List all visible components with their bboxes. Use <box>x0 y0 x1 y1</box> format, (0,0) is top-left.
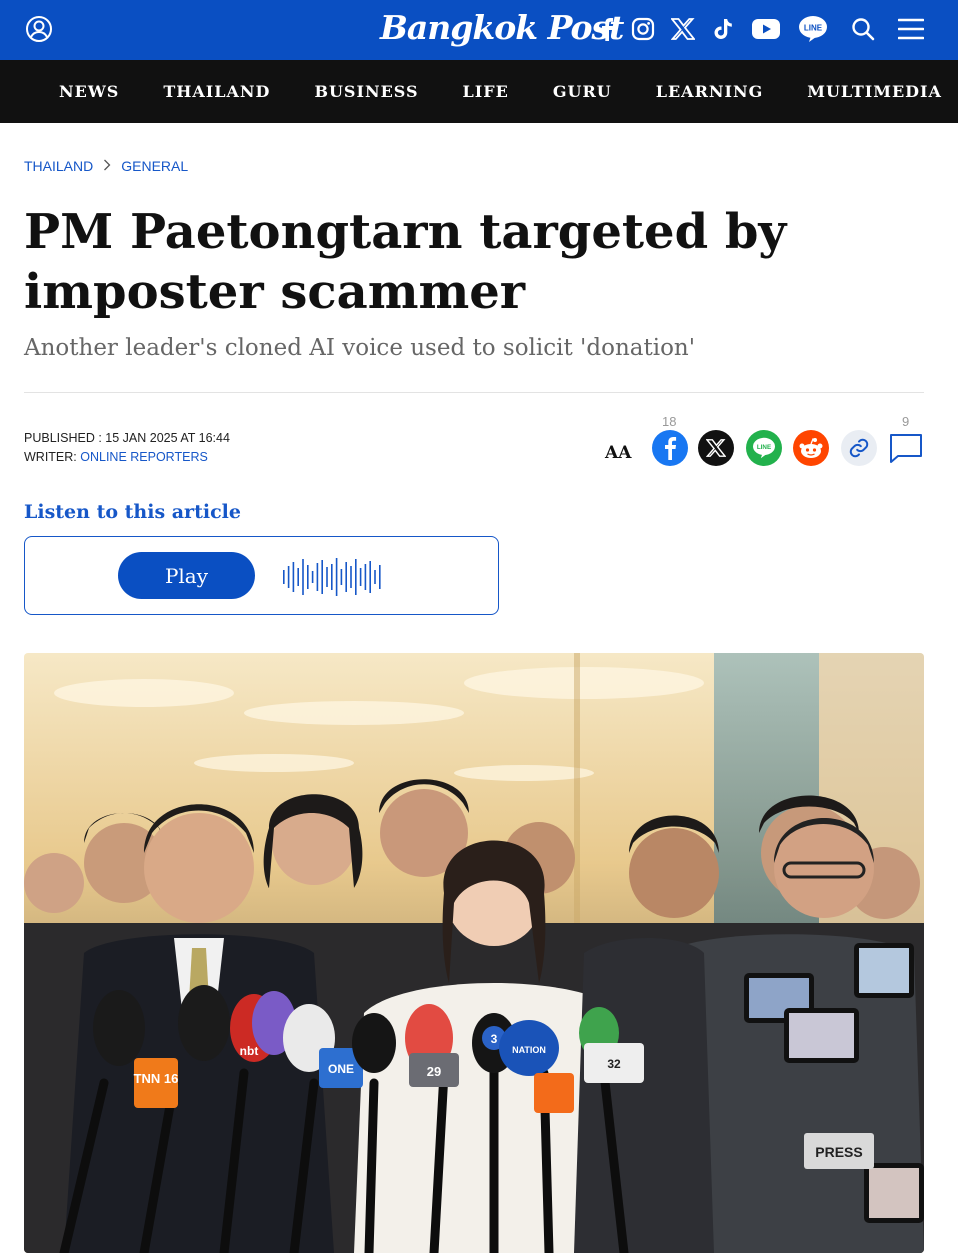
facebook-icon[interactable] <box>597 14 617 44</box>
font-size-button[interactable]: AA <box>603 430 641 466</box>
waveform-bar <box>379 565 381 589</box>
x-icon[interactable] <box>670 14 696 44</box>
waveform-bar <box>364 564 367 590</box>
waveform-bar <box>355 559 357 595</box>
svg-text:ONE: ONE <box>328 1062 354 1076</box>
audio-player: Play <box>24 536 499 615</box>
svg-text:29: 29 <box>427 1064 441 1079</box>
waveform-bar <box>321 560 323 594</box>
waveform-bar <box>307 565 309 589</box>
waveform-bar <box>302 559 304 595</box>
waveform-bar <box>311 571 314 583</box>
waveform-bar <box>335 558 338 596</box>
waveform-bar <box>283 570 285 584</box>
facebook-share-button[interactable] <box>652 430 688 466</box>
line-share-button[interactable]: LINE <box>746 430 782 466</box>
svg-text:32: 32 <box>607 1057 621 1071</box>
site-logo[interactable]: Bangkok Post <box>380 8 624 47</box>
waveform-bar <box>359 568 362 586</box>
breadcrumb-subsection[interactable]: GENERAL <box>121 158 188 174</box>
line-icon[interactable]: LINE <box>797 14 829 44</box>
nav-item-news[interactable]: NEWS <box>59 82 119 101</box>
main-nav: NEWS THAILAND BUSINESS LIFE GURU LEARNIN… <box>0 60 958 123</box>
listen-label: Listen to this article <box>24 501 241 523</box>
nav-item-multimedia[interactable]: MULTIMEDIA <box>807 82 942 101</box>
waveform-bar <box>369 561 371 593</box>
nav-item-business[interactable]: BUSINESS <box>314 82 418 101</box>
writer-line: WRITER: ONLINE REPORTERS <box>24 448 230 467</box>
writer-link[interactable]: ONLINE REPORTERS <box>80 450 208 464</box>
nav-item-thailand[interactable]: THAILAND <box>163 82 270 101</box>
breadcrumb-section[interactable]: THAILAND <box>24 158 93 174</box>
reddit-share-button[interactable] <box>793 430 829 466</box>
waveform-bar <box>331 564 333 590</box>
svg-text:PRESS: PRESS <box>815 1144 862 1160</box>
svg-text:AA: AA <box>604 443 632 463</box>
divider <box>24 392 924 393</box>
article-subtitle: Another leader's cloned AI voice used to… <box>24 335 696 361</box>
writer-label: WRITER: <box>24 450 81 464</box>
svg-text:NATION: NATION <box>512 1045 546 1055</box>
svg-text:3: 3 <box>491 1032 498 1046</box>
nav-item-life[interactable]: LIFE <box>463 82 509 101</box>
published-line: PUBLISHED : 15 JAN 2025 AT 16:44 <box>24 429 230 448</box>
comment-count: 9 <box>902 414 910 429</box>
article-title: PM Paetongtarn targeted by imposter scam… <box>24 204 787 320</box>
article-meta: PUBLISHED : 15 JAN 2025 AT 16:44 WRITER:… <box>24 429 230 467</box>
search-icon[interactable] <box>850 14 876 44</box>
user-icon[interactable] <box>25 15 53 43</box>
waveform-bar <box>340 569 343 585</box>
chevron-right-icon <box>103 159 111 174</box>
waveform-icon <box>281 557 383 602</box>
svg-text:LINE: LINE <box>757 444 771 451</box>
menu-icon[interactable] <box>897 14 925 44</box>
copy-link-button[interactable] <box>841 430 877 466</box>
waveform-bar <box>350 566 352 588</box>
waveform-bar <box>287 566 290 588</box>
youtube-icon[interactable] <box>750 14 782 44</box>
svg-text:TNN 16: TNN 16 <box>134 1071 179 1086</box>
svg-text:LINE: LINE <box>804 24 823 33</box>
waveform-bar <box>345 562 347 592</box>
published-date: 15 JAN 2025 AT 16:44 <box>105 431 230 445</box>
comment-icon[interactable] <box>888 430 924 466</box>
instagram-icon[interactable] <box>630 14 656 44</box>
waveform-bar <box>316 563 319 591</box>
top-bar: Bangkok Post LINE <box>0 0 958 60</box>
svg-text:nbt: nbt <box>240 1044 259 1058</box>
play-button[interactable]: Play <box>118 552 255 599</box>
nav-item-guru[interactable]: GURU <box>553 82 612 101</box>
nav-item-learning[interactable]: LEARNING <box>656 82 764 101</box>
x-share-button[interactable] <box>698 430 734 466</box>
waveform-bar <box>297 568 299 586</box>
waveform-bar <box>292 562 295 592</box>
published-label: PUBLISHED : <box>24 431 106 445</box>
breadcrumb: THAILAND GENERAL <box>24 158 188 174</box>
waveform-bar <box>326 567 328 587</box>
facebook-share-count: 18 <box>662 414 677 429</box>
waveform-bar <box>374 570 376 584</box>
tiktok-icon[interactable] <box>711 14 735 44</box>
hero-image[interactable]: TNN 16 nbt ONE 29 3 NATION 32 PRESS <box>24 653 924 1253</box>
